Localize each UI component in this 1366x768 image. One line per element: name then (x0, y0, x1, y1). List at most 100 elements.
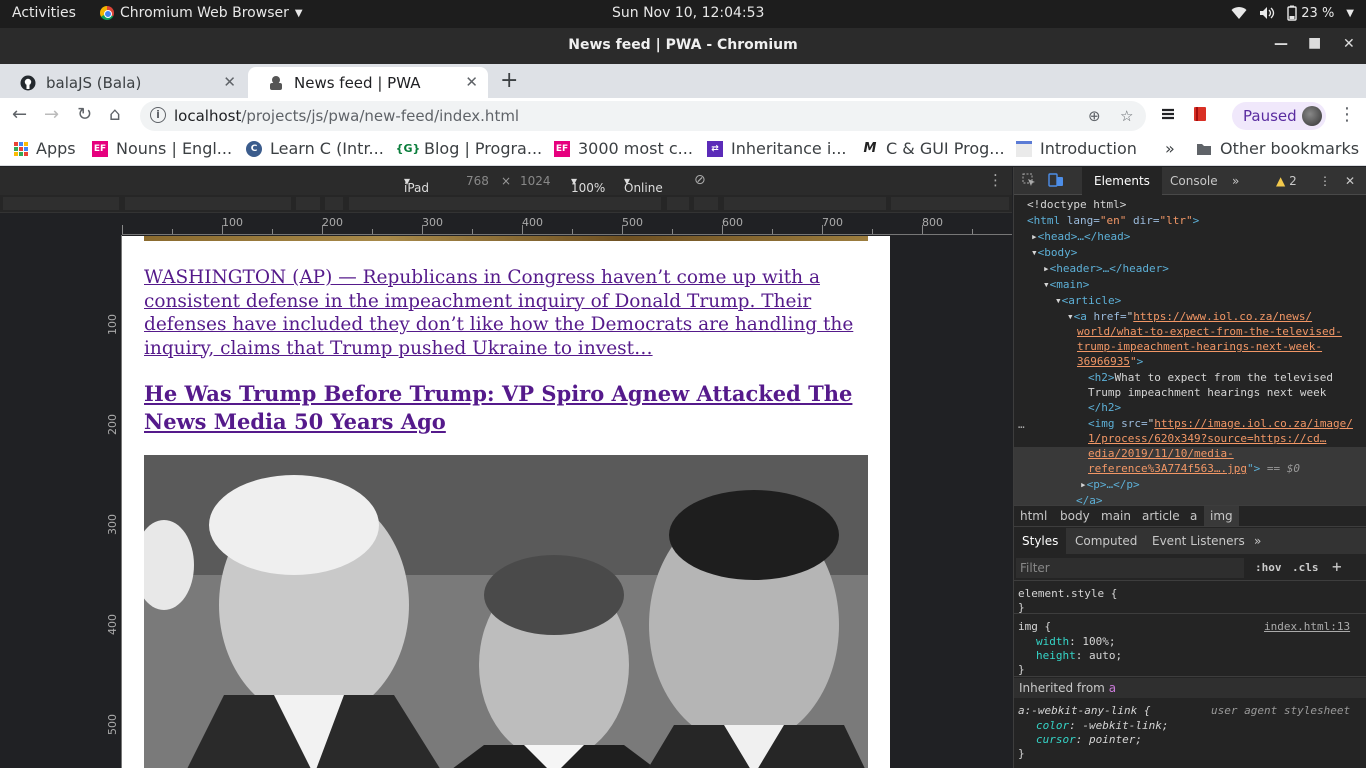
breadcrumb-item-current[interactable]: img (1204, 506, 1239, 526)
close-tab-icon[interactable]: ✕ (223, 73, 236, 91)
breadcrumb-item[interactable]: main (1101, 509, 1131, 523)
bookmark-introduction[interactable]: Introduction (1016, 139, 1137, 158)
home-icon[interactable]: ⌂ (109, 104, 120, 125)
extension-red-icon[interactable] (1193, 106, 1207, 126)
back-arrow-icon[interactable]: ← (12, 104, 27, 125)
styles-filter-input[interactable]: Filter (1016, 558, 1244, 578)
article-headline-link[interactable]: He Was Trump Before Trump: VP Spiro Agne… (144, 380, 868, 436)
url-text[interactable]: localhost/projects/js/pwa/new-feed/index… (174, 107, 519, 125)
device-toggle-icon[interactable] (1048, 173, 1064, 190)
extension-icon[interactable] (1160, 106, 1176, 126)
dom-line[interactable]: ▾<body> (1031, 245, 1077, 260)
dom-line[interactable]: 1/process/620x349?source=https://cd… (1088, 431, 1326, 446)
address-bar[interactable]: i localhost/projects/js/pwa/new-feed/ind… (140, 101, 1146, 131)
article-summary-link[interactable]: WASHINGTON (AP) — Republicans in Congres… (144, 266, 868, 360)
breadcrumb-item[interactable]: body (1060, 509, 1090, 523)
tab-console[interactable]: Console (1170, 174, 1218, 188)
add-rule-icon[interactable]: + (1332, 557, 1342, 576)
dom-line[interactable]: Trump impeachment hearings next week (1088, 385, 1326, 400)
dom-line[interactable]: ▾<a href="https://www.iol.co.za/news/ (1067, 309, 1312, 324)
tab-event-listeners[interactable]: Event Listeners (1152, 534, 1245, 548)
style-declaration[interactable]: width: 100%; (1036, 634, 1115, 649)
bookmark-nouns[interactable]: EF Nouns | Engl... (92, 139, 232, 158)
tab-computed[interactable]: Computed (1075, 534, 1137, 548)
dom-line[interactable]: <!doctype html> (1027, 197, 1126, 212)
media-query-bar[interactable] (0, 195, 1012, 213)
dom-line[interactable]: </a> (1076, 493, 1103, 505)
cls-toggle[interactable]: .cls (1292, 561, 1319, 574)
dom-line[interactable]: ▾<article> (1055, 293, 1121, 308)
dom-line[interactable]: ▸<head>…</head> (1031, 229, 1130, 244)
style-declaration[interactable]: cursor: pointer; (1036, 732, 1142, 747)
style-declaration[interactable]: height: auto; (1036, 648, 1122, 663)
forward-arrow-icon[interactable]: → (44, 104, 59, 125)
bookmark-c-gui[interactable]: M C & GUI Prog... (862, 139, 1005, 158)
network-select[interactable]: Online ▾ (624, 174, 663, 195)
style-rule-element[interactable]: element.style { } (1014, 582, 1366, 614)
app-menu[interactable]: Chromium Web Browser ▼ (100, 5, 303, 21)
style-declaration[interactable]: color: -webkit-link; (1036, 718, 1168, 733)
dom-line[interactable]: ▸<p>…</p> (1080, 477, 1140, 492)
zoom-select[interactable]: 100% ▾ (571, 174, 605, 195)
device-more-icon[interactable]: ⋮ (988, 171, 1003, 189)
profile-paused-button[interactable]: Paused (1232, 102, 1326, 130)
close-tab-icon[interactable]: ✕ (465, 73, 478, 91)
breadcrumb-item[interactable]: html (1020, 509, 1047, 523)
clock[interactable]: Sun Nov 10, 12:04:53 (612, 5, 764, 21)
hov-toggle[interactable]: :hov (1255, 561, 1282, 574)
dom-tree[interactable]: <!doctype html> <html lang="en" dir="ltr… (1014, 197, 1366, 505)
bookmark-inheritance[interactable]: ⇄ Inheritance i... (707, 139, 847, 158)
install-app-icon[interactable]: ⊕ (1088, 107, 1101, 125)
new-tab-button[interactable]: + (500, 68, 518, 93)
dom-line[interactable]: <h2>What to expect from the televised (1088, 370, 1333, 385)
more-style-tabs-button[interactable]: » (1254, 534, 1261, 548)
devtools-menu-icon[interactable]: ⋮ (1319, 174, 1331, 188)
dom-line[interactable]: edia/2019/11/10/media- (1088, 446, 1234, 461)
device-width-input[interactable]: 768 (466, 174, 489, 188)
node-actions-icon[interactable]: … (1018, 417, 1025, 432)
breadcrumb-item[interactable]: article (1142, 509, 1180, 523)
other-bookmarks[interactable]: Other bookmarks (1196, 139, 1359, 158)
article-image[interactable] (144, 236, 868, 241)
dom-line[interactable]: ▾<main> (1043, 277, 1089, 292)
bookmarks-overflow-button[interactable]: » (1165, 139, 1175, 158)
activities-button[interactable]: Activities (12, 5, 76, 21)
bookmark-3000[interactable]: EF 3000 most c... (554, 139, 693, 158)
dom-line[interactable]: 36966935"> (1077, 354, 1143, 369)
tab-elements[interactable]: Elements (1082, 167, 1162, 195)
system-tray[interactable]: 23 % ▼ (1231, 5, 1354, 21)
tab-styles[interactable]: Styles (1014, 528, 1067, 554)
breadcrumb-item[interactable]: a (1190, 509, 1197, 523)
tab-news-feed[interactable]: News feed | PWA ✕ (248, 67, 488, 98)
close-window-icon[interactable]: ✕ (1343, 36, 1355, 52)
maximize-icon[interactable]: ■ (1308, 35, 1321, 51)
bookmark-blog[interactable]: {G} Blog | Progra... (396, 139, 542, 158)
dom-line[interactable]: ▸<header>…</header> (1043, 261, 1169, 276)
inheritance-icon: ⇄ (707, 140, 723, 157)
tab-balajs[interactable]: balaJS (Bala) ✕ (0, 67, 246, 98)
rotate-icon[interactable]: ⊘ (694, 172, 706, 188)
dom-line[interactable]: world/what-to-expect-from-the-televised- (1077, 324, 1342, 339)
reload-icon[interactable]: ↻ (77, 104, 92, 125)
info-icon[interactable]: i (150, 107, 166, 123)
bookmark-learn-c[interactable]: C Learn C (Intr... (246, 139, 384, 158)
dom-line[interactable]: </h2> (1088, 400, 1121, 415)
device-height-input[interactable]: 1024 (520, 174, 551, 188)
dom-line-selected[interactable]: <img src="https://image.iol.co.za/image/ (1088, 416, 1353, 431)
bookmark-star-icon[interactable]: ☆ (1120, 107, 1133, 125)
device-select[interactable]: iPad ▾ (404, 174, 429, 195)
inspect-element-icon[interactable] (1022, 173, 1036, 190)
rule-source-link[interactable]: index.html:13 (1264, 619, 1350, 634)
more-tabs-button[interactable]: » (1232, 174, 1239, 188)
style-rule-img[interactable]: img { index.html:13 width: 100%; height:… (1014, 615, 1366, 677)
article-photo[interactable] (144, 455, 868, 768)
dom-line[interactable]: trump-impeachment-hearings-next-week- (1077, 339, 1322, 354)
warnings-badge[interactable]: ▲ 2 (1276, 174, 1297, 188)
minimize-icon[interactable]: — (1274, 36, 1288, 52)
dom-line[interactable]: <html lang="en" dir="ltr"> (1027, 213, 1199, 228)
style-rule-ua[interactable]: a:-webkit-any-link { user agent styleshe… (1014, 699, 1366, 768)
devtools-close-icon[interactable]: ✕ (1345, 174, 1355, 188)
dom-line[interactable]: reference%3A774f563….jpg"> == $0 (1088, 461, 1300, 476)
more-menu-icon[interactable]: ⋮ (1338, 104, 1356, 125)
bookmark-apps[interactable]: Apps (14, 139, 76, 158)
